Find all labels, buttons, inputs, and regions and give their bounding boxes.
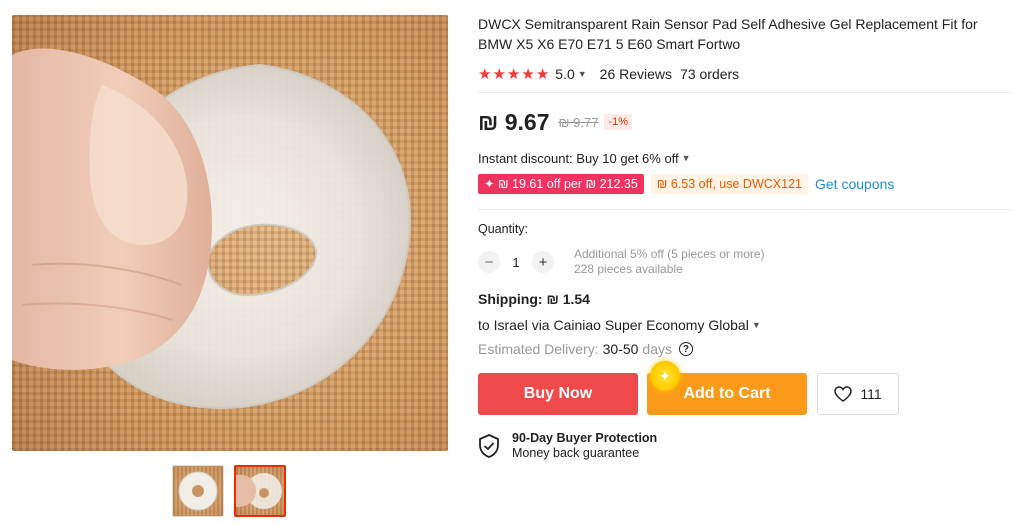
- add-to-cart-label: Add to Cart: [683, 385, 771, 402]
- star-icon: ★: [535, 66, 550, 83]
- star-icon: ★: [506, 66, 521, 83]
- estimated-delivery: Estimated Delivery: 30-50 days ?: [478, 339, 1013, 359]
- plus-icon[interactable]: +: [532, 251, 554, 273]
- quantity-note: Additional 5% off (5 pieces or more) 228…: [574, 247, 765, 277]
- protection-text: 90-Day Buyer Protection Money back guara…: [512, 431, 657, 461]
- buyer-protection: 90-Day Buyer Protection Money back guara…: [478, 431, 1013, 461]
- thumbnail-2[interactable]: [234, 465, 286, 517]
- thumbnail-1[interactable]: [172, 465, 224, 517]
- rating-value[interactable]: 5.0: [555, 66, 574, 82]
- instant-discount-text: Instant discount: Buy 10 get 6% off: [478, 150, 679, 166]
- reviews-link[interactable]: 26 Reviews: [600, 66, 672, 82]
- add-to-cart-button[interactable]: ✦ Add to Cart: [647, 361, 807, 415]
- chevron-down-icon: ▼: [751, 320, 761, 330]
- get-coupons-link[interactable]: Get coupons: [815, 176, 894, 192]
- shipping-method[interactable]: to Israel via Cainiao Super Economy Glob…: [478, 315, 1013, 335]
- action-buttons: Buy Now ✦ Add to Cart 111: [478, 361, 1013, 415]
- code-coupon-badge[interactable]: ₪ 6.53 off, use DWCX121: [650, 174, 808, 194]
- wishlist-count: 111: [860, 386, 882, 402]
- protection-title: 90-Day Buyer Protection: [512, 431, 658, 445]
- delivery-label: Estimated Delivery:: [478, 341, 599, 357]
- quantity-stepper: − 1 + Additional 5% off (5 pieces or mor…: [478, 247, 1013, 277]
- rating-row: ★ ★ ★ ★ ★ 5.0 ▼ 26 Reviews 73 orders: [478, 64, 1013, 84]
- product-title: DWCX Semitransparent Rain Sensor Pad Sel…: [478, 16, 978, 52]
- sparkle-icon: ✦: [650, 361, 680, 391]
- quantity-label: Quantity:: [478, 222, 529, 236]
- shipping-label: Shipping:: [478, 291, 543, 307]
- bulk-discount-note: Additional 5% off (5 pieces or more): [574, 247, 765, 261]
- delivery-days: 30-50: [602, 341, 639, 357]
- deal-coupon-text: ₪ 19.61 off per ₪ 212.35: [497, 177, 638, 191]
- star-icon: ★: [492, 66, 506, 83]
- coupon-row: ✦ ₪ 19.61 off per ₪ 212.35 ₪ 6.53 off, u…: [478, 173, 1013, 195]
- thumbnail-strip: [172, 465, 286, 517]
- help-icon[interactable]: ?: [678, 342, 693, 356]
- shipping-price: Shipping: ₪ 1.54: [478, 291, 1013, 311]
- stock-available: 228 pieces available: [574, 262, 683, 276]
- divider: [478, 209, 1013, 210]
- star-rating: ★ ★ ★ ★ ★: [478, 65, 549, 83]
- chevron-down-icon[interactable]: ▼: [578, 69, 587, 79]
- product-info: DWCX Semitransparent Rain Sensor Pad Sel…: [478, 14, 1013, 461]
- star-icon: ★: [521, 66, 535, 83]
- price-row: ₪ 9.67 ₪ 9.77 -1%: [478, 107, 1013, 137]
- original-price: ₪ 9.77: [558, 114, 599, 130]
- shipping-destination: to Israel via Cainiao Super Economy Glob…: [478, 317, 749, 333]
- instant-discount[interactable]: Instant discount: Buy 10 get 6% off ▼: [478, 149, 1013, 167]
- protection-subtitle: Money back guarantee: [512, 446, 640, 460]
- star-icon: ★: [478, 66, 492, 83]
- shield-check-icon: [479, 434, 499, 458]
- deal-coupon-badge[interactable]: ✦ ₪ 19.61 off per ₪ 212.35: [478, 174, 644, 194]
- quantity-value[interactable]: 1: [500, 255, 532, 270]
- minus-icon[interactable]: −: [478, 251, 500, 273]
- buy-now-button[interactable]: Buy Now: [478, 373, 638, 415]
- main-product-image: [12, 15, 448, 451]
- sparkle-icon: ✦: [484, 177, 498, 191]
- heart-icon: [834, 386, 853, 402]
- divider: [478, 92, 1013, 93]
- chevron-down-icon: ▼: [681, 153, 691, 163]
- discount-badge: -1%: [604, 114, 632, 130]
- wishlist-button[interactable]: 111: [817, 373, 899, 415]
- delivery-unit: days: [642, 341, 672, 357]
- orders-count: 73 orders: [680, 66, 740, 82]
- shipping-cost: ₪ 1.54: [546, 291, 590, 307]
- current-price: ₪ 9.67: [478, 108, 550, 135]
